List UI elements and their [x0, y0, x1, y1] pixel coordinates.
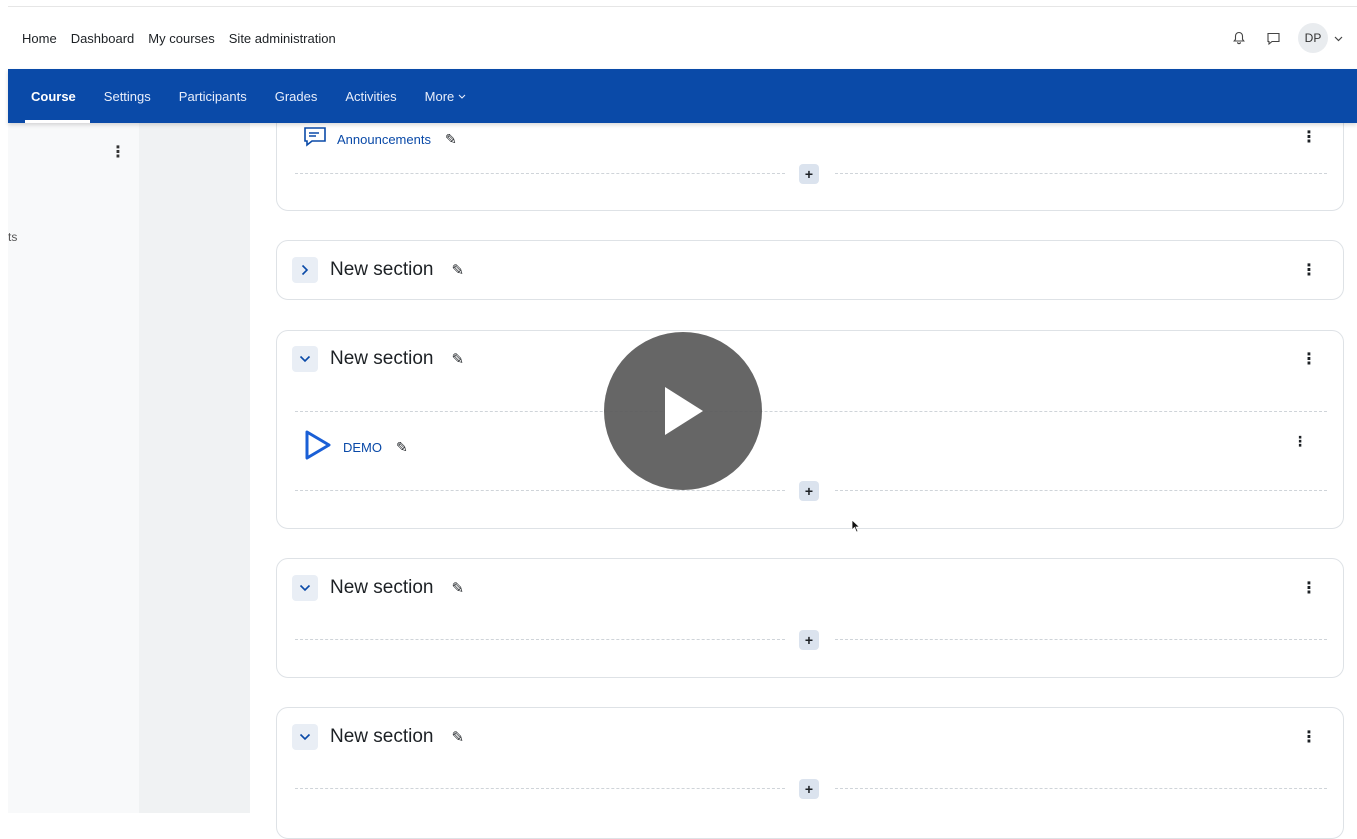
divider	[835, 173, 1327, 174]
play-icon	[665, 387, 703, 435]
mouse-cursor-icon	[851, 519, 861, 533]
nav-site-administration[interactable]: Site administration	[229, 31, 336, 46]
divider	[295, 490, 785, 491]
section-title[interactable]: New section	[330, 348, 434, 370]
section-title[interactable]: New section	[330, 577, 434, 599]
chevron-down-icon	[458, 94, 466, 99]
nav-my-courses[interactable]: My courses	[148, 31, 214, 46]
chevron-down-icon[interactable]	[292, 724, 318, 750]
divider	[835, 490, 1327, 491]
video-play-icon	[303, 429, 333, 466]
tab-settings[interactable]: Settings	[90, 69, 165, 123]
add-content-button[interactable]: +	[799, 630, 819, 650]
tab-more[interactable]: More	[411, 69, 481, 123]
section-card: New section ✎ ⋮ DEMO ✎ ⋮ +	[276, 330, 1344, 529]
activity-demo[interactable]: DEMO ✎	[303, 429, 408, 466]
section-card: New section ✎ ⋮ +	[276, 558, 1344, 678]
nav-home[interactable]: Home	[22, 31, 57, 46]
video-play-button[interactable]	[604, 332, 762, 490]
tab-activities-label: Activities	[345, 88, 397, 104]
tab-grades[interactable]: Grades	[261, 69, 332, 123]
tab-course[interactable]: Course	[17, 69, 90, 123]
add-content-row: +	[295, 164, 1327, 184]
chevron-down-icon[interactable]	[1334, 29, 1343, 47]
divider	[295, 411, 1327, 412]
bell-icon[interactable]	[1230, 29, 1248, 47]
page-gutter	[139, 123, 250, 813]
section-title[interactable]: New section	[330, 259, 434, 281]
chat-icon[interactable]	[1264, 29, 1282, 47]
course-index-drawer: ⋮ ts	[8, 123, 140, 813]
edit-icon[interactable]: ✎	[396, 439, 408, 456]
user-tools: DP	[1230, 23, 1343, 53]
activity-label[interactable]: DEMO	[343, 440, 382, 455]
chevron-right-icon[interactable]	[292, 257, 318, 283]
tab-settings-label: Settings	[103, 88, 151, 104]
edit-icon[interactable]: ✎	[452, 579, 465, 597]
add-content-button[interactable]: +	[799, 779, 819, 799]
edit-icon[interactable]: ✎	[452, 728, 465, 746]
nav-dashboard[interactable]: Dashboard	[71, 31, 135, 46]
kebab-icon[interactable]: ⋮	[1301, 727, 1317, 747]
drawer-menu-icon[interactable]: ⋮	[110, 142, 126, 162]
section-header: New section ✎	[292, 575, 464, 601]
top-navbar: Home Dashboard My courses Site administr…	[8, 6, 1357, 69]
tab-more-label: More	[424, 88, 455, 104]
add-content-row: +	[295, 779, 1327, 799]
section-card: New section ✎ ⋮ +	[276, 707, 1344, 839]
kebab-icon[interactable]: ⋮	[1301, 260, 1317, 280]
section-header: New section ✎	[292, 257, 464, 283]
course-navbar: Course Settings Participants Grades Acti…	[8, 69, 1357, 123]
kebab-icon[interactable]: ⋮	[1301, 349, 1317, 369]
course-content: Announcements ✎ ⋮ + New section ✎ ⋮ New …	[250, 103, 1357, 839]
activity-kebab-icon[interactable]: ⋮	[1293, 433, 1307, 450]
divider	[295, 173, 785, 174]
chevron-down-icon[interactable]	[292, 575, 318, 601]
tab-grades-label: Grades	[274, 88, 318, 104]
section-title[interactable]: New section	[330, 726, 434, 748]
primary-nav: Home Dashboard My courses Site administr…	[22, 31, 336, 46]
divider	[835, 639, 1327, 640]
edit-icon[interactable]: ✎	[445, 131, 457, 148]
divider	[835, 788, 1327, 789]
tab-activities[interactable]: Activities	[331, 69, 410, 123]
add-content-row: +	[295, 481, 1327, 501]
add-content-button[interactable]: +	[799, 481, 819, 501]
edit-icon[interactable]: ✎	[452, 261, 465, 279]
divider	[295, 788, 785, 789]
tab-course-label: Course	[31, 88, 76, 104]
section-header: New section ✎	[292, 346, 464, 372]
divider	[295, 639, 785, 640]
tab-participants[interactable]: Participants	[165, 69, 261, 123]
activity-announcements[interactable]: Announcements ✎	[303, 126, 457, 153]
add-content-row: +	[295, 630, 1327, 650]
section-header: New section ✎	[292, 724, 464, 750]
kebab-icon[interactable]: ⋮	[1301, 578, 1317, 598]
forum-icon	[303, 126, 327, 153]
activity-label[interactable]: Announcements	[337, 132, 431, 147]
drawer-item-fragment[interactable]: ts	[8, 230, 17, 244]
user-menu[interactable]: DP	[1298, 23, 1343, 53]
edit-icon[interactable]: ✎	[452, 350, 465, 368]
chevron-down-icon[interactable]	[292, 346, 318, 372]
add-content-button[interactable]: +	[799, 164, 819, 184]
kebab-icon[interactable]: ⋮	[1301, 127, 1317, 147]
avatar[interactable]: DP	[1298, 23, 1328, 53]
tab-participants-label: Participants	[178, 88, 247, 104]
section-card: New section ✎ ⋮	[276, 240, 1344, 300]
